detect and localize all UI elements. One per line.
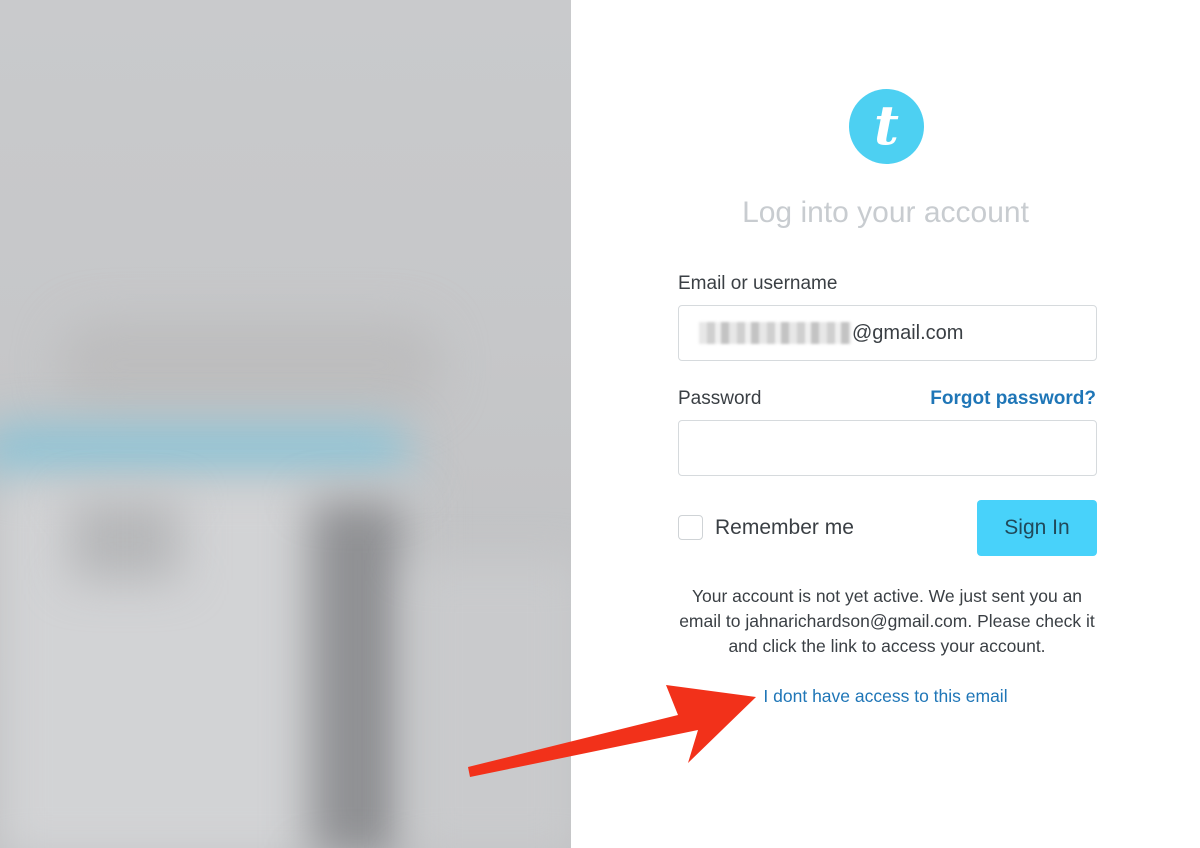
remember-me-toggle[interactable]: Remember me [678, 515, 854, 540]
email-value: @gmail.com [852, 321, 964, 344]
annotation-arrow-icon [468, 685, 756, 777]
brand-logo-icon: t [849, 89, 924, 164]
account-inactive-notice: Your account is not yet active. We just … [679, 586, 1095, 656]
remember-me-checkbox[interactable] [678, 515, 703, 540]
redacted-username [699, 322, 851, 344]
email-label: Email or username [678, 273, 838, 294]
forgot-password-link[interactable]: Forgot password? [930, 388, 1096, 410]
page-title: Log into your account [742, 196, 1029, 229]
remember-me-label: Remember me [715, 515, 854, 539]
sign-in-button[interactable]: Sign In [977, 500, 1097, 556]
email-field[interactable]: @gmail.com [678, 305, 1097, 361]
password-label: Password [678, 388, 762, 409]
password-field[interactable] [678, 420, 1097, 476]
